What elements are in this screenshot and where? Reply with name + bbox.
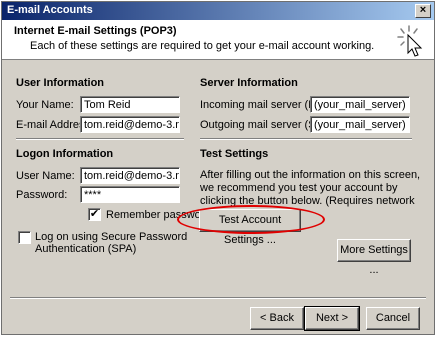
email-address-field[interactable]: tom.reid@demo-3.net [80, 116, 180, 133]
remember-password-checkbox[interactable]: ✔ [88, 208, 101, 221]
next-button[interactable]: Next > [304, 306, 360, 331]
cancel-button[interactable]: Cancel [366, 307, 420, 330]
header-subtitle: Each of these settings are required to g… [30, 40, 375, 52]
test-account-settings-button[interactable]: Test Account Settings ... [199, 209, 301, 246]
password-field[interactable]: **** [80, 186, 180, 203]
logon-info-title: Logon Information [16, 148, 114, 160]
title-bar[interactable]: E-mail Accounts × [2, 2, 434, 20]
more-settings-button[interactable]: More Settings ... [337, 239, 411, 276]
spa-label-line1: Log on using Secure Password [35, 231, 188, 243]
your-name-label: Your Name: [16, 99, 74, 111]
close-icon[interactable]: × [415, 4, 431, 18]
server-info-title: Server Information [200, 77, 298, 89]
wizard-cursor-icon [397, 25, 423, 57]
your-name-field[interactable]: Tom Reid [80, 96, 180, 113]
remember-password-label: Remember password [106, 209, 211, 221]
incoming-server-field[interactable]: (your_mail_server) [310, 96, 410, 113]
header-title: Internet E-mail Settings (POP3) [14, 25, 177, 37]
test-settings-title: Test Settings [200, 148, 269, 160]
server-info-divider [200, 138, 412, 140]
email-accounts-dialog: E-mail Accounts × Internet E-mail Settin… [1, 1, 435, 335]
spa-checkbox[interactable] [18, 231, 31, 244]
footer-divider [10, 297, 426, 299]
user-name-label: User Name: [16, 170, 75, 182]
outgoing-server-field[interactable]: (your_mail_server) [310, 116, 410, 133]
window-title: E-mail Accounts [7, 4, 93, 16]
back-button[interactable]: < Back [250, 307, 304, 330]
user-info-title: User Information [16, 77, 105, 89]
dialog-header: Internet E-mail Settings (POP3) Each of … [2, 20, 434, 60]
password-label: Password: [16, 189, 68, 201]
user-info-divider [16, 138, 184, 140]
spa-label-line2: Authentication (SPA) [35, 243, 137, 255]
user-name-field[interactable]: tom.reid@demo-3.net [80, 167, 180, 184]
